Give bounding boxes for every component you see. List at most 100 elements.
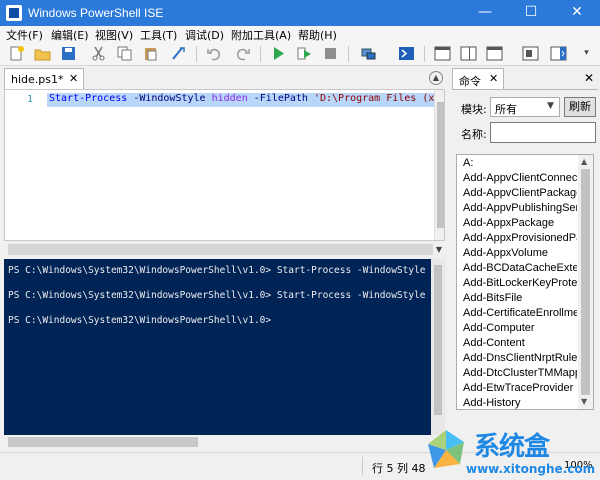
- collapse-up-icon[interactable]: ▲: [429, 71, 443, 85]
- list-item[interactable]: Add-Computer: [463, 322, 577, 337]
- command-list: A: Add-AppvClientConnectionGroup Add-App…: [456, 154, 594, 410]
- menu-debug[interactable]: 调试(D): [185, 27, 224, 43]
- toolbar-separator: [348, 46, 349, 62]
- scroll-up-icon[interactable]: ▲: [581, 157, 587, 166]
- menu-view[interactable]: 视图(V): [95, 27, 133, 43]
- console-horizontal-scrollbar[interactable]: [4, 435, 445, 449]
- command-list-scrollbar[interactable]: ▲ ▼: [578, 155, 593, 409]
- module-select[interactable]: 所有 ▼: [490, 97, 560, 117]
- menu-edit[interactable]: 编辑(E): [51, 27, 89, 43]
- collapse-down-icon[interactable]: ▼: [433, 243, 445, 257]
- run-selection-icon[interactable]: [296, 45, 313, 62]
- list-item[interactable]: Add-DtcClusterTMMapping: [463, 367, 577, 382]
- console-line: PS C:\Windows\System32\WindowsPowerShell…: [8, 290, 445, 301]
- name-input[interactable]: [490, 122, 596, 143]
- list-item[interactable]: Add-AppvClientConnectionGroup: [463, 172, 577, 187]
- cursor-position: 行 5 列 48: [372, 462, 426, 475]
- menu-addons[interactable]: 附加工具(A): [231, 27, 291, 43]
- console-vertical-scrollbar[interactable]: [431, 259, 445, 435]
- menu-tools[interactable]: 工具(T): [140, 27, 177, 43]
- list-item[interactable]: Add-AppxProvisionedPackage: [463, 232, 577, 247]
- title-bar: Windows PowerShell ISE — ☐ ✕: [0, 0, 600, 26]
- new-file-icon[interactable]: [8, 45, 25, 62]
- scroll-down-icon[interactable]: ▼: [581, 397, 587, 406]
- list-item[interactable]: Add-AppvClientPackage: [463, 187, 577, 202]
- list-item[interactable]: Add-BitLockerKeyProtector: [463, 277, 577, 292]
- powershell-app-icon: [6, 5, 22, 21]
- code-token-command: Start-Process: [49, 93, 128, 104]
- list-item[interactable]: Add-EtwTraceProvider: [463, 382, 577, 397]
- commands-panel: 命令 ✕ ✕ 模块: 所有 ▼ 刷新 名称: A: Add-AppvClient…: [452, 68, 598, 449]
- save-icon[interactable]: [60, 45, 77, 62]
- name-label: 名称:: [461, 128, 487, 141]
- clear-console-icon[interactable]: [170, 45, 187, 62]
- chevron-down-icon: ▼: [547, 101, 554, 111]
- tab-label: hide.ps1*: [11, 73, 64, 86]
- code-token-argument: hidden: [211, 93, 248, 104]
- module-label: 模块:: [461, 103, 487, 116]
- editor-vertical-scrollbar[interactable]: [434, 90, 444, 240]
- window-title: Windows PowerShell ISE: [28, 6, 164, 20]
- toolbar-separator: [424, 46, 425, 62]
- toolbar-separator: [196, 46, 197, 62]
- remote-session-icon[interactable]: [360, 45, 377, 62]
- cut-icon[interactable]: [90, 45, 107, 62]
- site-watermark: 系统盒 www.xitonghe.com: [420, 424, 600, 480]
- layout-max-icon[interactable]: [486, 45, 503, 62]
- tab-hide-ps1[interactable]: hide.ps1* ✕: [4, 68, 84, 89]
- commands-tab-close-icon[interactable]: ✕: [489, 72, 498, 85]
- list-item[interactable]: Add-BitsFile: [463, 292, 577, 307]
- redo-icon[interactable]: [234, 45, 251, 62]
- layout-top-icon[interactable]: [434, 45, 451, 62]
- toolbar-separator: [260, 46, 261, 62]
- layout-right-icon[interactable]: [460, 45, 477, 62]
- editor-horizontal-scrollbar[interactable]: ▼: [4, 241, 445, 259]
- list-item[interactable]: Add-AppvPublishingServer: [463, 202, 577, 217]
- console-hscroll-thumb[interactable]: [8, 437, 198, 447]
- console-pane[interactable]: PS C:\Windows\System32\WindowsPowerShell…: [4, 259, 445, 435]
- toolbar-overflow-icon[interactable]: ▾: [578, 45, 595, 62]
- run-script-icon[interactable]: [270, 45, 287, 62]
- script-editor[interactable]: 1 Start-Process -WindowStyle hidden -Fil…: [4, 89, 445, 241]
- list-item[interactable]: Add-AppxVolume: [463, 247, 577, 262]
- stop-icon[interactable]: [322, 45, 339, 62]
- layout-split-icon[interactable]: [522, 45, 539, 62]
- menu-bar: 文件(F) 编辑(E) 视图(V) 工具(T) 调试(D) 附加工具(A) 帮助…: [0, 26, 600, 42]
- list-item[interactable]: Add-Content: [463, 337, 577, 352]
- code-token-string: 'D:\Program Files (x86)\Ruanmei\: [313, 93, 444, 104]
- watermark-brand: 系统盒: [474, 432, 550, 462]
- tab-close-icon[interactable]: ✕: [69, 72, 78, 85]
- console-scroll-thumb[interactable]: [434, 265, 442, 415]
- editor-hscroll-thumb[interactable]: [8, 244, 433, 255]
- console-prompt: PS C:\Windows\System32\WindowsPowerShell…: [8, 315, 272, 326]
- module-select-value: 所有: [495, 103, 517, 116]
- script-tab-strip: hide.ps1* ✕ ▲: [4, 68, 445, 89]
- list-item[interactable]: Add-BCDataCacheExtension: [463, 262, 577, 277]
- commands-body: 模块: 所有 ▼ 刷新 名称: A: Add-AppvClientConnect…: [452, 89, 598, 449]
- list-item[interactable]: Add-DnsClientNrptRule: [463, 352, 577, 367]
- show-commands-icon[interactable]: [550, 45, 567, 62]
- list-item[interactable]: A:: [463, 157, 577, 172]
- list-item[interactable]: Add-CertificateEnrollmentPolicyServer: [463, 307, 577, 322]
- editor-scroll-thumb[interactable]: [437, 102, 444, 228]
- code-line-selected[interactable]: Start-Process -WindowStyle hidden -FileP…: [47, 93, 444, 107]
- list-item[interactable]: Add-History: [463, 397, 577, 409]
- open-folder-icon[interactable]: [34, 45, 51, 62]
- list-item[interactable]: Add-AppxPackage: [463, 217, 577, 232]
- copy-icon[interactable]: [116, 45, 133, 62]
- paste-icon[interactable]: [142, 45, 159, 62]
- code-token-parameter: -WindowStyle: [133, 93, 206, 104]
- menu-file[interactable]: 文件(F): [6, 27, 43, 43]
- powershell-console-icon[interactable]: [398, 45, 415, 62]
- tab-commands[interactable]: 命令 ✕: [452, 68, 504, 89]
- undo-icon[interactable]: [206, 45, 223, 62]
- menu-help[interactable]: 帮助(H): [298, 27, 337, 43]
- command-list-scroll-thumb[interactable]: [581, 169, 590, 395]
- commands-panel-close-icon[interactable]: ✕: [584, 71, 594, 85]
- line-gutter: 1: [5, 90, 43, 240]
- maximize-button[interactable]: ☐: [508, 0, 554, 26]
- refresh-button[interactable]: 刷新: [564, 97, 596, 117]
- code-token-parameter: -FilePath: [253, 93, 308, 104]
- minimize-button[interactable]: —: [462, 0, 508, 26]
- close-button[interactable]: ✕: [554, 0, 600, 26]
